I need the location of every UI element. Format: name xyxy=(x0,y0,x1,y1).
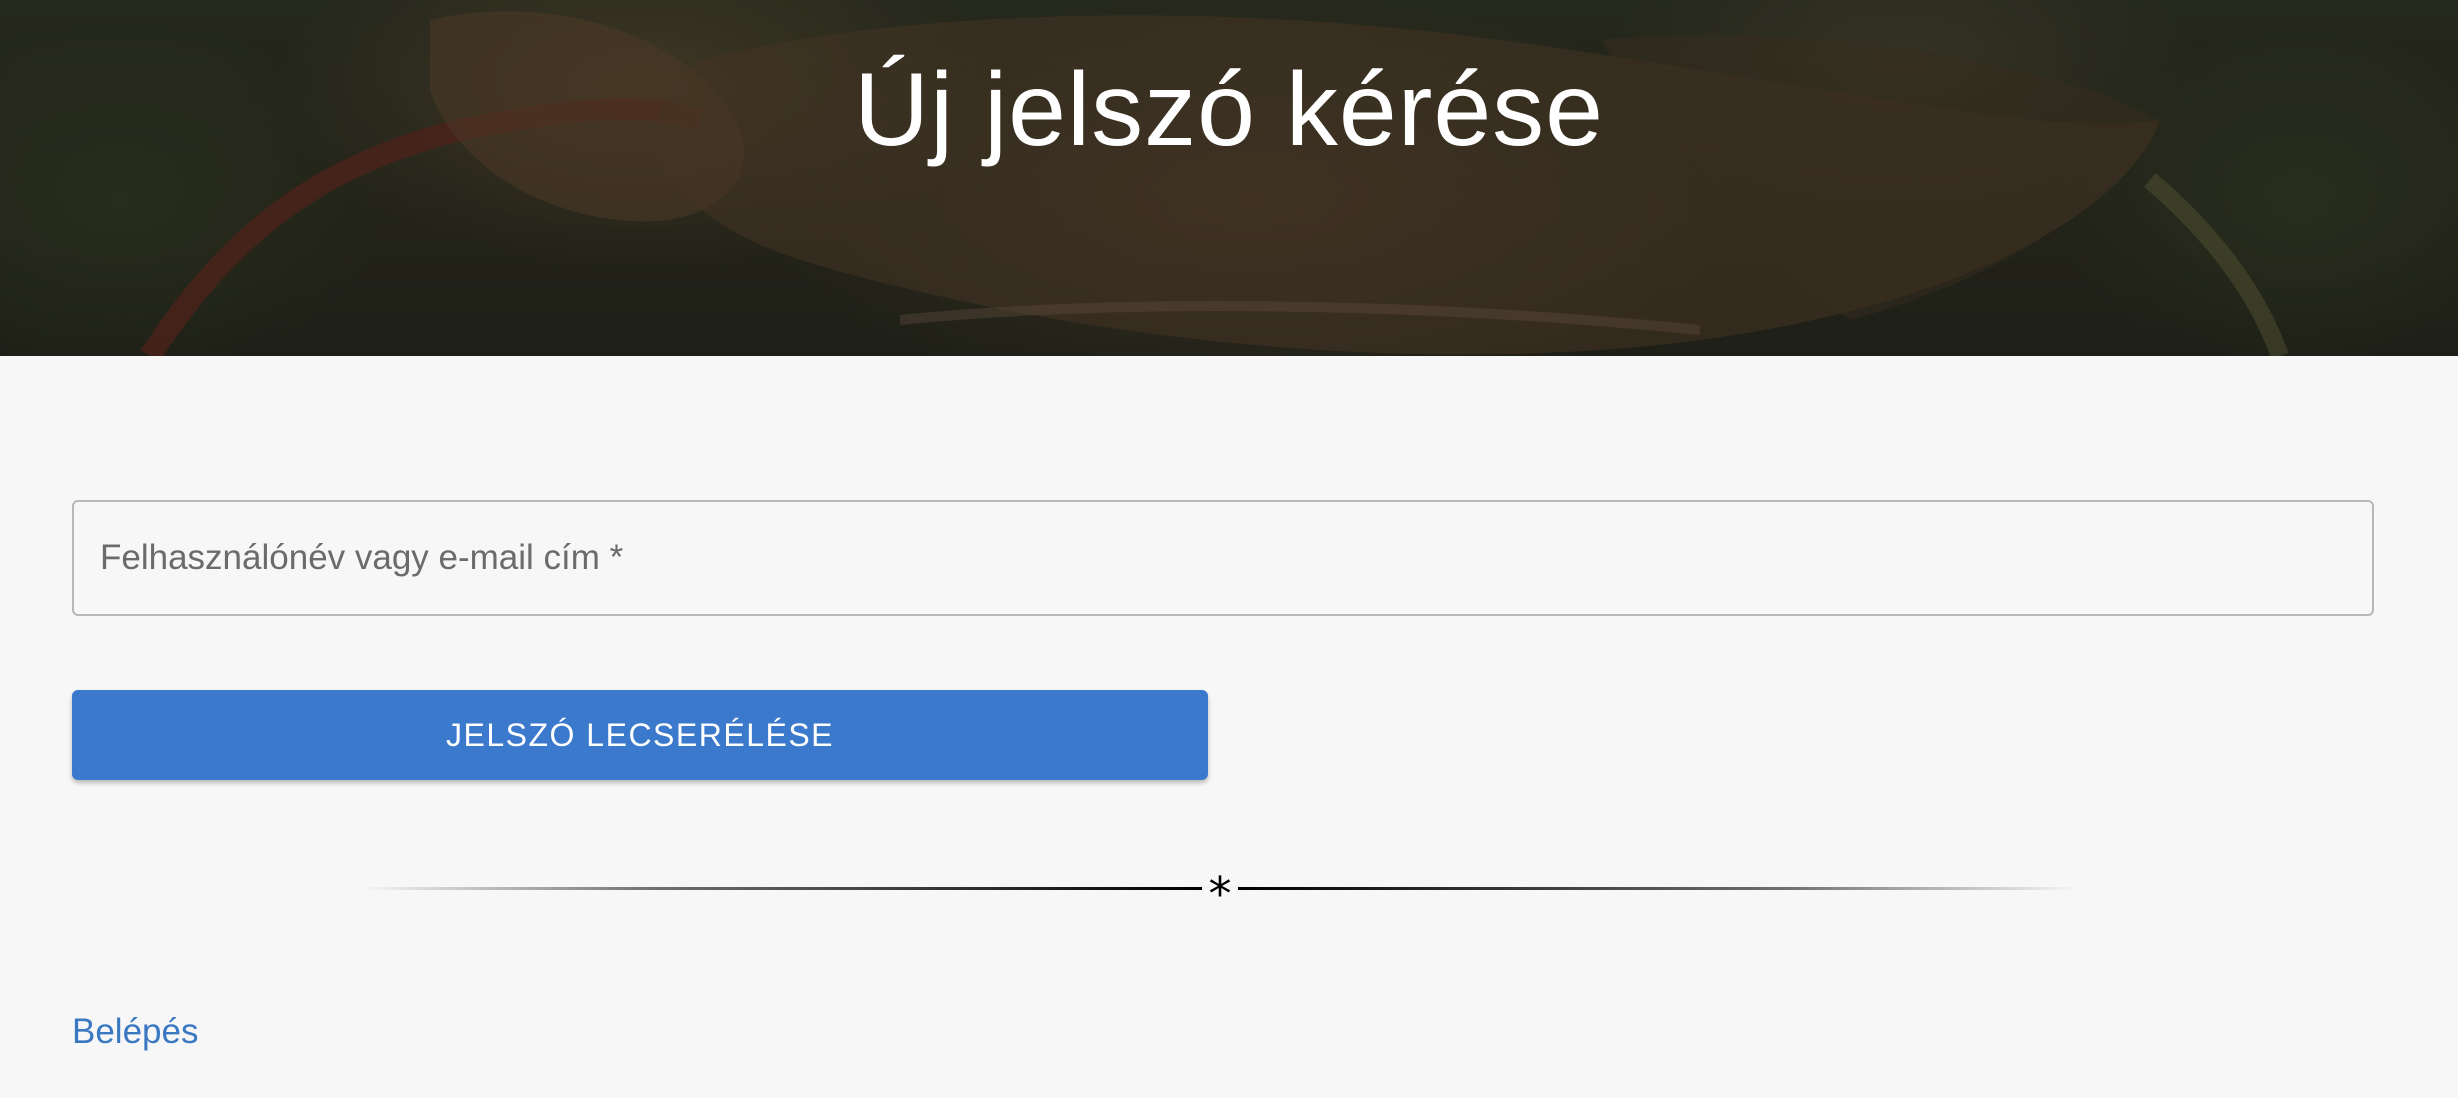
hero-banner: Új jelszó kérése xyxy=(0,0,2458,356)
divider-star-icon: * xyxy=(1208,867,1232,921)
username-field[interactable] xyxy=(72,500,2374,616)
section-divider: * xyxy=(360,868,2080,920)
page-title: Új jelszó kérése xyxy=(853,52,1605,168)
login-link[interactable]: Belépés xyxy=(72,1012,198,1052)
divider-line-right xyxy=(1238,887,2080,890)
username-or-email-input[interactable] xyxy=(74,502,2372,614)
reset-password-button[interactable]: JELSZÓ LECSERÉLÉSE xyxy=(72,690,1208,780)
divider-line-left xyxy=(360,887,1202,890)
